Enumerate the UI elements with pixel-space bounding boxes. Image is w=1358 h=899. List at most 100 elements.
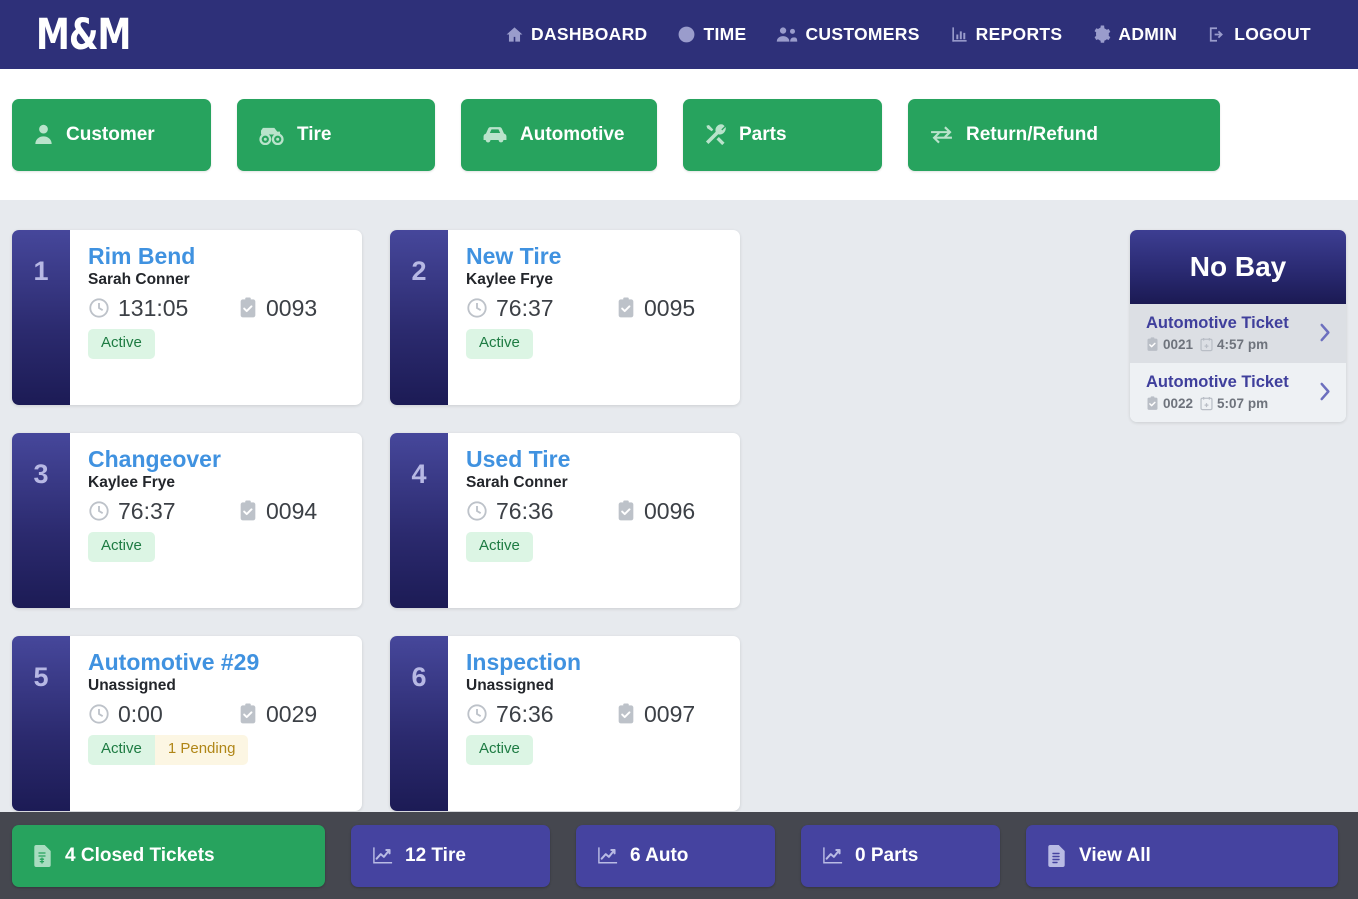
ticket-card[interactable]: 1 Rim Bend Sarah Conner 131:05 0093 Acti… bbox=[12, 230, 362, 405]
nav-item-logout[interactable]: LOGOUT bbox=[1207, 24, 1311, 45]
nav-item-customers[interactable]: CUSTOMERS bbox=[776, 24, 919, 45]
ticket-customer: Sarah Conner bbox=[466, 473, 568, 491]
ticket-body: Rim Bend Sarah Conner 131:05 0093 Active bbox=[70, 230, 362, 405]
clipboard-check-icon bbox=[238, 297, 258, 319]
clipboard-check-icon bbox=[1146, 337, 1159, 352]
ticket-meta: 76:37 0095 bbox=[466, 295, 724, 321]
ticket-time: 76:37 bbox=[466, 295, 616, 321]
no-bay-item-title: Automotive Ticket bbox=[1146, 372, 1289, 391]
new-parts-ticket-button[interactable]: Parts bbox=[683, 98, 882, 171]
ticket-time: 131:05 bbox=[88, 295, 238, 321]
ticket-number-value: 0094 bbox=[266, 497, 318, 524]
ticket-number-value: 0095 bbox=[644, 294, 696, 321]
nav-label: DASHBOARD bbox=[531, 24, 648, 44]
footer-label: 0 Parts bbox=[855, 844, 919, 866]
nav-label: TIME bbox=[703, 24, 747, 44]
car-icon bbox=[483, 125, 507, 144]
nav-item-admin[interactable]: ADMIN bbox=[1092, 24, 1177, 45]
auto-count-button[interactable]: 6 Auto bbox=[576, 824, 775, 887]
action-label: Return/Refund bbox=[966, 123, 1098, 145]
ticket-number-value: 0097 bbox=[644, 700, 696, 727]
no-bay-item-number: 0022 bbox=[1146, 396, 1193, 411]
no-bay-item-meta: 0021 4:57 pm bbox=[1146, 337, 1319, 352]
clipboard-check-icon bbox=[616, 297, 636, 319]
nav-item-reports[interactable]: REPORTS bbox=[950, 24, 1063, 45]
status-badge: Active bbox=[88, 532, 155, 562]
ticket-time: 0:00 bbox=[88, 701, 238, 727]
tire-count-button[interactable]: 12 Tire bbox=[351, 824, 550, 887]
ticket-card[interactable]: 5 Automotive #29 Unassigned 0:00 0029 Ac… bbox=[12, 636, 362, 811]
nav-label: REPORTS bbox=[975, 24, 1063, 44]
no-bay-list-item[interactable]: Automotive Ticket 0021 4:57 pm bbox=[1130, 304, 1346, 363]
ticket-time: 76:36 bbox=[466, 701, 616, 727]
new-tire-ticket-button[interactable]: Tire bbox=[237, 98, 435, 171]
bay-number: 3 bbox=[12, 433, 70, 608]
pending-badge: 1 Pending bbox=[154, 735, 249, 765]
no-bay-item-number-value: 0021 bbox=[1163, 336, 1194, 352]
exchange-icon bbox=[930, 125, 953, 144]
ticket-cards-grid: 1 Rim Bend Sarah Conner 131:05 0093 Acti… bbox=[12, 230, 1116, 812]
bay-number: 5 bbox=[12, 636, 70, 811]
ticket-customer: Kaylee Frye bbox=[88, 473, 176, 491]
ticket-body: Changeover Kaylee Frye 76:37 0094 Active bbox=[70, 433, 362, 608]
bay-number: 2 bbox=[390, 230, 448, 405]
ticket-meta: 131:05 0093 bbox=[88, 295, 346, 321]
calendar-plus-icon bbox=[1200, 396, 1213, 411]
ticket-number-value: 0093 bbox=[266, 294, 318, 321]
clipboard-check-icon bbox=[616, 703, 636, 725]
status-badge: Active bbox=[88, 735, 155, 765]
ticket-meta: 76:36 0096 bbox=[466, 498, 724, 524]
clock-icon bbox=[88, 500, 110, 522]
ticket-card[interactable]: 6 Inspection Unassigned 76:36 0097 Activ… bbox=[390, 636, 740, 811]
ticket-number: 0029 bbox=[238, 701, 317, 727]
action-label: Tire bbox=[297, 123, 332, 145]
ticket-meta: 0:00 0029 bbox=[88, 701, 346, 727]
chart-line-icon bbox=[373, 846, 393, 865]
ticket-meta: 76:36 0097 bbox=[466, 701, 724, 727]
closed-tickets-button[interactable]: 4 Closed Tickets bbox=[12, 824, 325, 887]
clipboard-check-icon bbox=[616, 500, 636, 522]
no-bay-item-time-value: 5:07 pm bbox=[1217, 395, 1269, 411]
ticket-customer: Unassigned bbox=[88, 676, 176, 694]
home-icon bbox=[505, 25, 524, 44]
nav-item-time[interactable]: TIME bbox=[677, 24, 746, 45]
ticket-number: 0095 bbox=[616, 295, 695, 321]
no-bay-item-number: 0021 bbox=[1146, 337, 1193, 352]
users-icon bbox=[776, 25, 798, 44]
quick-action-bar: Customer Tire Automotive Parts Return/Re… bbox=[0, 69, 1358, 200]
main-navigation: DASHBOARD TIME CUSTOMERS REPORTS ADMIN L… bbox=[505, 24, 1311, 45]
nav-label: ADMIN bbox=[1118, 24, 1178, 44]
clock-icon bbox=[88, 297, 110, 319]
calendar-plus-icon bbox=[1200, 337, 1213, 352]
ticket-card[interactable]: 4 Used Tire Sarah Conner 76:36 0096 Acti… bbox=[390, 433, 740, 608]
action-label: Parts bbox=[739, 123, 787, 145]
parts-count-button[interactable]: 0 Parts bbox=[801, 824, 1000, 887]
return-refund-button[interactable]: Return/Refund bbox=[908, 98, 1220, 171]
chart-line-icon bbox=[598, 846, 618, 865]
ticket-body: New Tire Kaylee Frye 76:37 0095 Active bbox=[448, 230, 740, 405]
app-logo[interactable]: M&M bbox=[18, 13, 131, 56]
ticket-time: 76:37 bbox=[88, 498, 238, 524]
footer-label: 4 Closed Tickets bbox=[65, 844, 215, 866]
no-bay-item-main: Automotive Ticket 0021 4:57 pm bbox=[1146, 314, 1319, 352]
view-all-button[interactable]: View All bbox=[1026, 824, 1338, 887]
nav-item-dashboard[interactable]: DASHBOARD bbox=[505, 24, 647, 45]
truck-monster-icon bbox=[259, 124, 284, 145]
clock-icon bbox=[677, 25, 696, 44]
clock-icon bbox=[466, 297, 488, 319]
bay-number: 4 bbox=[390, 433, 448, 608]
ticket-title: New Tire bbox=[466, 243, 562, 269]
person-icon bbox=[34, 124, 53, 145]
clipboard-check-icon bbox=[238, 500, 258, 522]
ticket-card[interactable]: 2 New Tire Kaylee Frye 76:37 0095 Active bbox=[390, 230, 740, 405]
new-customer-button[interactable]: Customer bbox=[12, 98, 211, 171]
status-badge: Active bbox=[466, 532, 533, 562]
ticket-badges: Active 1 Pending bbox=[88, 735, 346, 765]
ticket-body: Automotive #29 Unassigned 0:00 0029 Acti… bbox=[70, 636, 362, 811]
new-automotive-ticket-button[interactable]: Automotive bbox=[461, 98, 657, 171]
no-bay-list-item[interactable]: Automotive Ticket 0022 5:07 pm bbox=[1130, 362, 1346, 422]
footer-label: 6 Auto bbox=[630, 844, 689, 866]
ticket-card[interactable]: 3 Changeover Kaylee Frye 76:37 0094 Acti… bbox=[12, 433, 362, 608]
ticket-badges: Active bbox=[88, 329, 346, 359]
no-bay-item-time-value: 4:57 pm bbox=[1217, 336, 1269, 352]
